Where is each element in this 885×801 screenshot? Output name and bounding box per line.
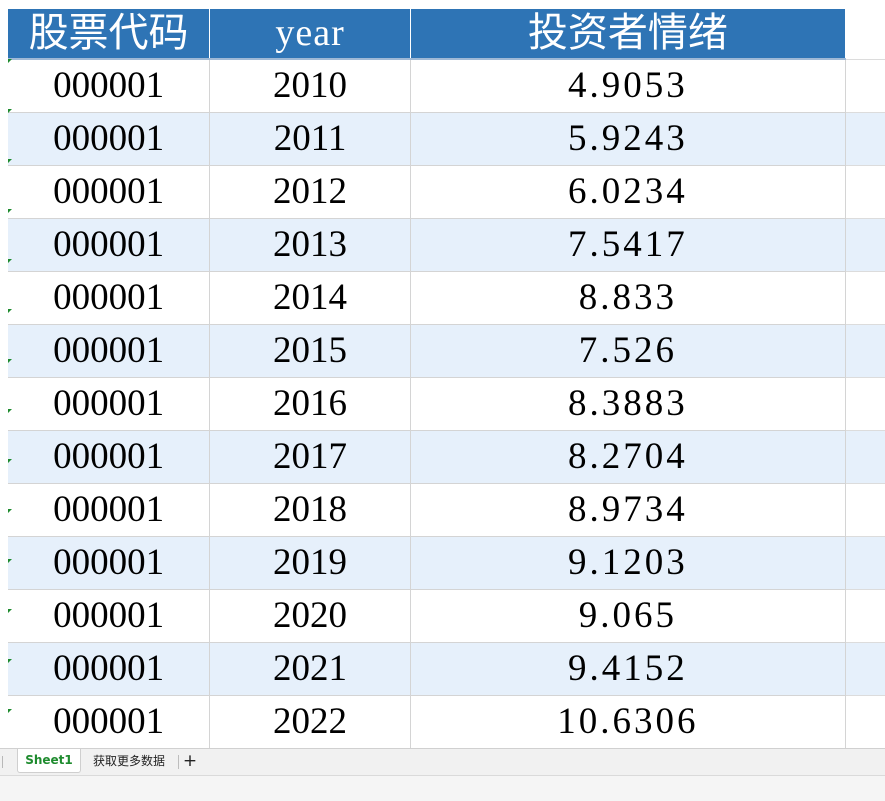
cell-stock-code[interactable]: 000001 xyxy=(8,324,211,378)
cell-stock-code[interactable]: 000001 xyxy=(8,642,211,696)
table-row: 000001 2021 9.4152 xyxy=(8,642,885,696)
column-header-stock-code[interactable]: 股票代码 xyxy=(8,9,211,60)
empty-cell[interactable] xyxy=(845,642,885,696)
number-as-text-indicator-icon xyxy=(8,209,12,213)
tab-divider xyxy=(178,755,179,769)
cell-year[interactable]: 2022 xyxy=(209,695,411,748)
table-row: 000001 2013 7.5417 xyxy=(8,218,885,272)
table-row: 000001 2020 9.065 xyxy=(8,589,885,643)
table-row: 000001 2019 9.1203 xyxy=(8,536,885,590)
cell-stock-code[interactable]: 000001 xyxy=(8,377,211,431)
cell-sentiment[interactable]: 5.9243 xyxy=(410,112,846,166)
column-header-year[interactable]: year xyxy=(209,9,411,60)
empty-cell[interactable] xyxy=(845,483,885,537)
number-as-text-indicator-icon xyxy=(8,109,12,113)
cell-year[interactable]: 2011 xyxy=(209,112,411,166)
cell-year[interactable]: 2021 xyxy=(209,642,411,696)
empty-cell[interactable] xyxy=(845,112,885,166)
cell-sentiment[interactable]: 9.065 xyxy=(410,589,846,643)
cell-sentiment[interactable]: 7.5417 xyxy=(410,218,846,272)
empty-cell[interactable] xyxy=(845,536,885,590)
cell-year[interactable]: 2012 xyxy=(209,165,411,219)
table-row: 000001 2011 5.9243 xyxy=(8,112,885,166)
table-row: 000001 2018 8.9734 xyxy=(8,483,885,537)
table-row: 000001 2022 10.6306 xyxy=(8,695,885,748)
empty-cell[interactable] xyxy=(845,165,885,219)
number-as-text-indicator-icon xyxy=(8,509,12,513)
number-as-text-indicator-icon xyxy=(8,159,12,163)
cell-year[interactable]: 2010 xyxy=(209,59,411,113)
spreadsheet-grid: 股票代码 year 投资者情绪 000001 2010 4.9053 000001 20… xyxy=(0,0,885,748)
cell-sentiment[interactable]: 10.6306 xyxy=(410,695,846,748)
number-as-text-indicator-icon xyxy=(8,259,12,263)
table-row: 000001 2017 8.2704 xyxy=(8,430,885,484)
table-row: 000001 2012 6.0234 xyxy=(8,165,885,219)
empty-cell[interactable] xyxy=(845,695,885,748)
number-as-text-indicator-icon xyxy=(8,309,12,313)
number-as-text-indicator-icon xyxy=(8,609,12,613)
status-bar xyxy=(0,775,885,801)
cell-sentiment[interactable]: 8.833 xyxy=(410,271,846,325)
cell-sentiment[interactable]: 8.2704 xyxy=(410,430,846,484)
add-sheet-button[interactable]: + xyxy=(182,749,198,773)
empty-cell[interactable] xyxy=(845,271,885,325)
cell-year[interactable]: 2016 xyxy=(209,377,411,431)
cell-stock-code[interactable]: 000001 xyxy=(8,536,211,590)
tab-scroll-divider xyxy=(2,756,3,768)
cell-stock-code[interactable]: 000001 xyxy=(8,165,211,219)
cell-stock-code[interactable]: 000001 xyxy=(8,483,211,537)
cell-stock-code[interactable]: 000001 xyxy=(8,112,211,166)
cell-year[interactable]: 2017 xyxy=(209,430,411,484)
empty-cell[interactable] xyxy=(845,377,885,431)
column-header-sentiment[interactable]: 投资者情绪 xyxy=(410,9,846,60)
number-as-text-indicator-icon xyxy=(8,659,12,663)
data-table: 股票代码 year 投资者情绪 000001 2010 4.9053 000001 20… xyxy=(8,9,885,748)
number-as-text-indicator-icon xyxy=(8,459,12,463)
table-row: 000001 2015 7.526 xyxy=(8,324,885,378)
number-as-text-indicator-icon xyxy=(8,359,12,363)
cell-sentiment[interactable]: 6.0234 xyxy=(410,165,846,219)
number-as-text-indicator-icon xyxy=(8,709,12,713)
cell-sentiment[interactable]: 8.3883 xyxy=(410,377,846,431)
cell-year[interactable]: 2015 xyxy=(209,324,411,378)
cell-sentiment[interactable]: 8.9734 xyxy=(410,483,846,537)
table-row: 000001 2016 8.3883 xyxy=(8,377,885,431)
cell-sentiment[interactable]: 4.9053 xyxy=(410,59,846,113)
cell-year[interactable]: 2014 xyxy=(209,271,411,325)
empty-cell[interactable] xyxy=(845,589,885,643)
cell-sentiment[interactable]: 9.1203 xyxy=(410,536,846,590)
cell-year[interactable]: 2018 xyxy=(209,483,411,537)
cell-stock-code[interactable]: 000001 xyxy=(8,59,211,113)
cell-stock-code[interactable]: 000001 xyxy=(8,218,211,272)
number-as-text-indicator-icon xyxy=(8,409,12,413)
cell-year[interactable]: 2013 xyxy=(209,218,411,272)
number-as-text-indicator-icon xyxy=(8,59,12,63)
tab-sheet1[interactable]: Sheet1 xyxy=(17,749,81,773)
cell-year[interactable]: 2020 xyxy=(209,589,411,643)
table-row: 000001 2010 4.9053 xyxy=(8,59,885,113)
empty-cell[interactable] xyxy=(845,59,885,113)
cell-sentiment[interactable]: 7.526 xyxy=(410,324,846,378)
table-row: 000001 2014 8.833 xyxy=(8,271,885,325)
cell-year[interactable]: 2019 xyxy=(209,536,411,590)
empty-cell[interactable] xyxy=(845,218,885,272)
cell-stock-code[interactable]: 000001 xyxy=(8,271,211,325)
header-row: 股票代码 year 投资者情绪 xyxy=(8,9,885,60)
empty-cell[interactable] xyxy=(845,9,885,60)
cell-sentiment[interactable]: 9.4152 xyxy=(410,642,846,696)
cell-stock-code[interactable]: 000001 xyxy=(8,430,211,484)
cell-stock-code[interactable]: 000001 xyxy=(8,589,211,643)
empty-cell[interactable] xyxy=(845,324,885,378)
tab-get-more-data[interactable]: 获取更多数据 xyxy=(87,749,171,773)
sheet-tab-bar: Sheet1 获取更多数据 + xyxy=(0,748,885,775)
cell-stock-code[interactable]: 000001 xyxy=(8,695,211,748)
empty-cell[interactable] xyxy=(845,430,885,484)
number-as-text-indicator-icon xyxy=(8,559,12,563)
